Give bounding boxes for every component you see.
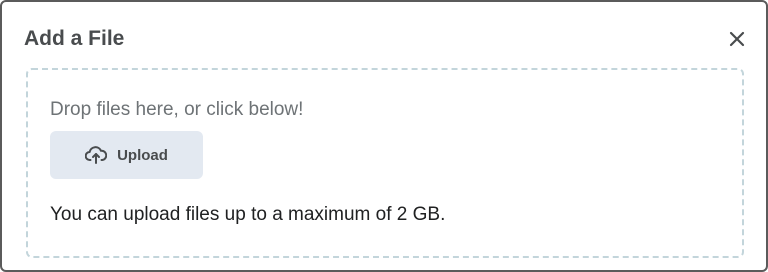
file-drop-zone[interactable]: Drop files here, or click below! Upload … xyxy=(26,68,744,258)
upload-button[interactable]: Upload xyxy=(50,131,203,179)
close-button[interactable] xyxy=(724,26,750,52)
cloud-upload-icon xyxy=(85,146,108,164)
dialog-title: Add a File xyxy=(24,27,125,50)
drop-prompt: Drop files here, or click below! xyxy=(50,99,304,120)
upload-limit-text: You can upload files up to a maximum of … xyxy=(50,204,446,225)
upload-label: Upload xyxy=(117,146,168,164)
close-icon xyxy=(729,31,745,47)
add-file-dialog: Add a File Drop files here, or click bel… xyxy=(0,0,768,272)
